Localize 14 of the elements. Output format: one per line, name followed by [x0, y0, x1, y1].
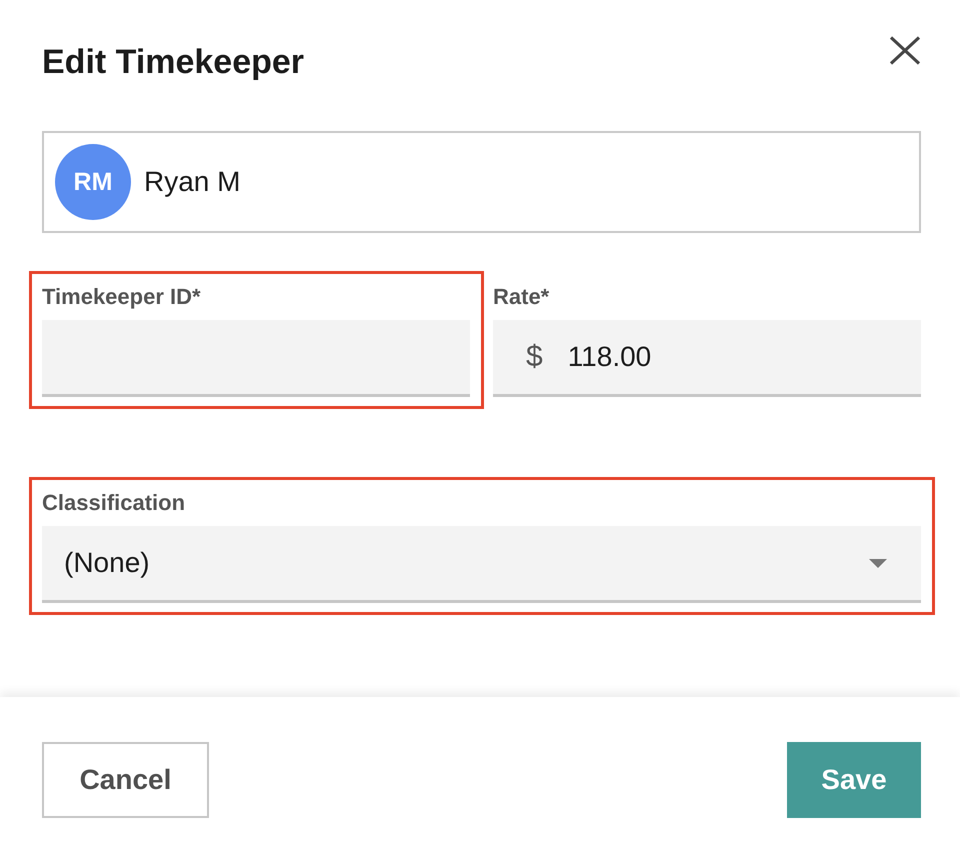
field-label: Classification [42, 490, 186, 516]
close-icon [889, 36, 921, 65]
field-label: Timekeeper ID* [42, 284, 202, 310]
user-field[interactable]: RM Ryan M [42, 131, 921, 233]
dropdown[interactable]: (None) [42, 526, 921, 603]
dialog-title: Edit Timekeeper [42, 42, 304, 82]
avatar: RM [55, 144, 131, 220]
close-button[interactable] [889, 36, 921, 65]
rate-field[interactable]: $ 118.00 [493, 320, 921, 397]
input-field[interactable] [42, 320, 470, 397]
caret-icon [869, 558, 887, 568]
cancel-button[interactable]: Cancel [42, 742, 209, 818]
user-name: Ryan M [144, 165, 240, 199]
field-label: Rate* [493, 284, 550, 310]
